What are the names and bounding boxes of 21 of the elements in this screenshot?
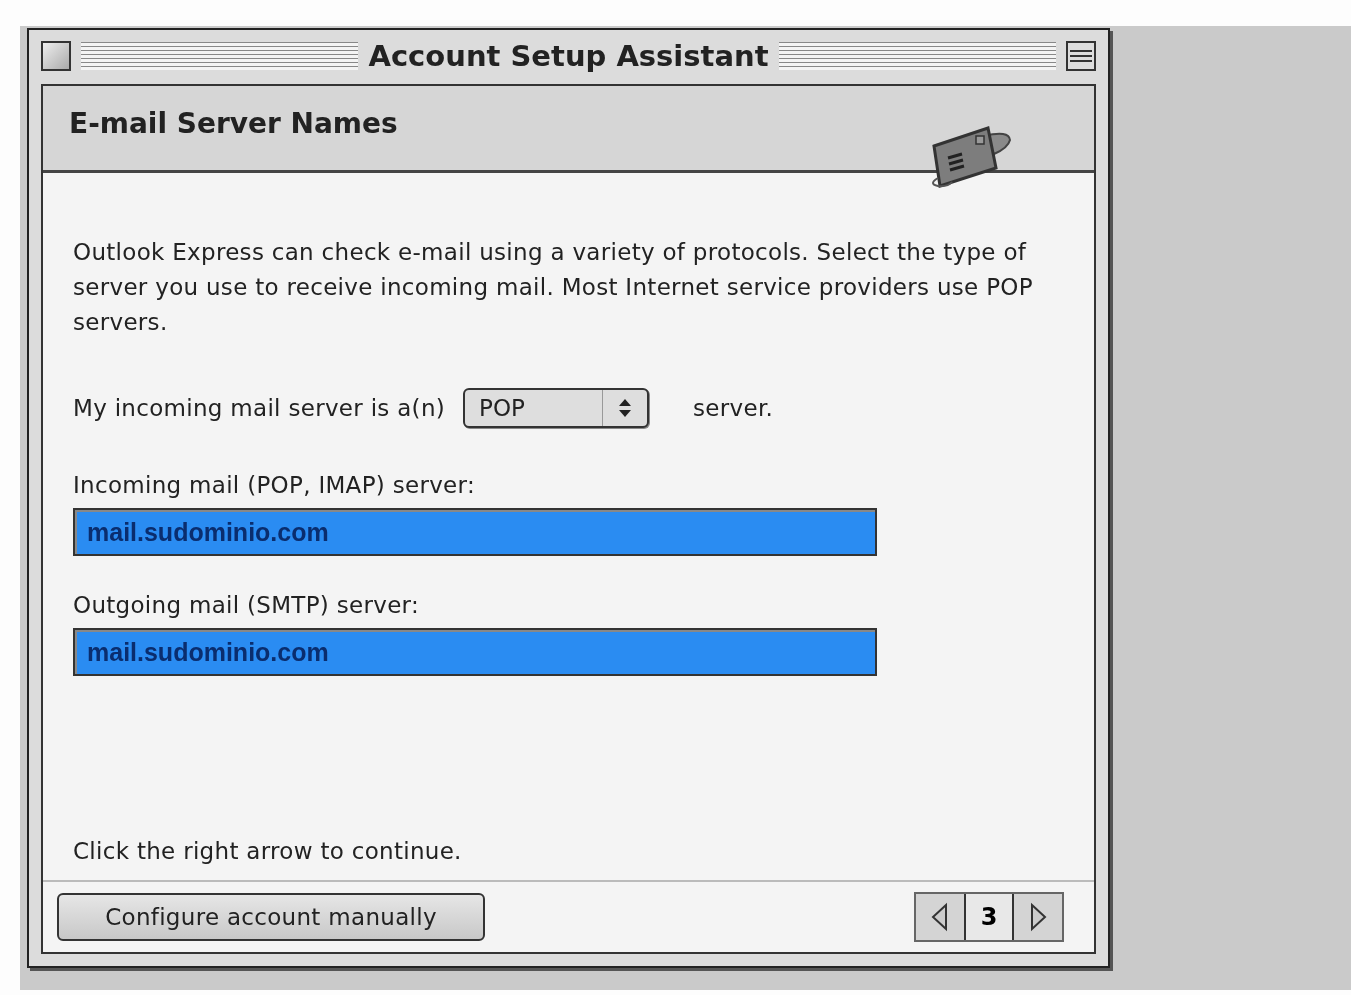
collapse-box-icon[interactable] — [1066, 41, 1096, 71]
field-label: Outgoing mail (SMTP) server: — [73, 592, 420, 618]
server-type-label: My incoming mail server is a(n) — [73, 395, 446, 421]
right-arrow-icon — [1028, 902, 1048, 932]
hint-text: Click the right arrow to continue. — [73, 838, 462, 864]
server-field[interactable]: mail.sudominio.com — [73, 628, 877, 676]
field-label: Incoming mail (POP, IMAP) server: — [73, 472, 476, 498]
next-button[interactable] — [1014, 894, 1062, 940]
server-suffix-label: server. — [693, 395, 774, 421]
intro-text: Outlook Express can check e-mail using a variety of protocols. Select the type of server you use to receive incoming mail. Most Internet service providers use POP servers. — [73, 238, 1033, 337]
title-bar-stripes[interactable] — [778, 42, 1056, 70]
server-type-dropdown[interactable]: POP — [463, 388, 650, 428]
close-box[interactable] — [41, 41, 71, 71]
page-number: 3 — [964, 894, 1014, 940]
window-title: Account Setup Assistant — [368, 39, 769, 73]
title-bar-stripes[interactable] — [81, 42, 359, 70]
left-arrow-icon — [930, 902, 950, 932]
page-title: E-mail Server Names — [69, 106, 398, 140]
previous-button[interactable] — [916, 894, 964, 940]
configure-manually-button[interactable]: Configure account manually — [57, 893, 485, 941]
server-field[interactable]: mail.sudominio.com — [73, 508, 877, 556]
